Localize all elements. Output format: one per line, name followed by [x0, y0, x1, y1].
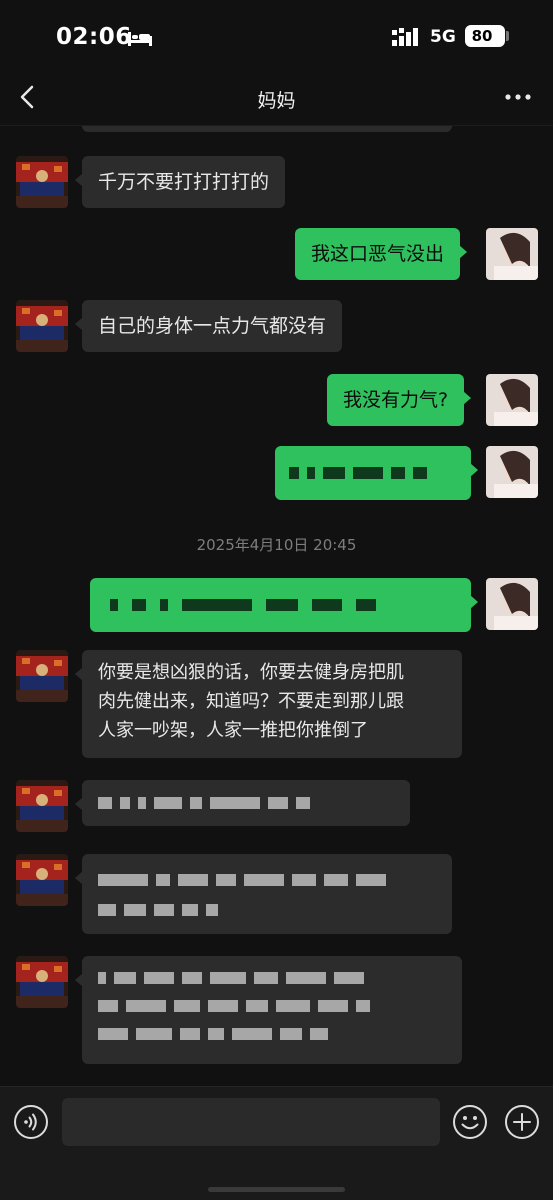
my-avatar[interactable]: [486, 578, 538, 630]
network-type: 5G: [430, 27, 456, 47]
more-dots-icon[interactable]: [504, 90, 532, 104]
message-text: 我没有力气?: [343, 389, 449, 411]
chat-title: 妈妈: [257, 90, 296, 112]
contact-avatar[interactable]: [16, 956, 68, 1008]
message-text: 我这口恶气没出: [311, 243, 445, 265]
message-text: 自己的身体一点力气都没有: [98, 315, 327, 337]
message-bubble-outgoing[interactable]: 我这口恶气没出: [295, 228, 468, 280]
contact-avatar[interactable]: [16, 780, 68, 832]
message-bubble-incoming-redacted[interactable]: [75, 780, 410, 826]
input-bar: [0, 1086, 553, 1200]
redacted-content: [98, 904, 218, 916]
message-text: 千万不要打打打打的: [98, 171, 270, 193]
timestamp: 2025年4月10日 20:45: [196, 536, 357, 554]
home-indicator: [208, 1187, 345, 1192]
chat-header: 妈妈: [0, 70, 553, 126]
contact-avatar[interactable]: [16, 854, 68, 906]
redacted-content: [289, 467, 427, 479]
battery-icon: 80: [465, 25, 505, 47]
message-line: 你要是想凶狠的话，你要去健身房把肌: [98, 662, 404, 683]
message-line: 肉先健出来，知道吗？不要走到那儿跟: [98, 691, 404, 712]
message-bubble-outgoing-redacted[interactable]: [90, 578, 478, 632]
voice-icon[interactable]: [13, 1104, 49, 1140]
contact-avatar[interactable]: [16, 300, 68, 352]
my-avatar[interactable]: [486, 446, 538, 498]
message-bubble-incoming[interactable]: 自己的身体一点力气都没有: [74, 300, 343, 352]
message-bubble-incoming-redacted[interactable]: [75, 956, 462, 1064]
plus-icon[interactable]: [504, 1104, 540, 1140]
redacted-content: [110, 599, 376, 611]
status-bar: 02:06 5G 80: [0, 0, 553, 70]
redacted-content: [98, 972, 364, 984]
message-line: 人家一吵架，人家一推把你推倒了: [98, 720, 368, 741]
sleep-focus-icon: [128, 32, 152, 46]
redacted-content: [98, 1000, 370, 1012]
message-input[interactable]: [62, 1098, 440, 1146]
emoji-icon[interactable]: [452, 1104, 488, 1140]
message-bubble-incoming-redacted[interactable]: [75, 854, 452, 934]
message-bubble-outgoing[interactable]: 我没有力气?: [327, 374, 472, 426]
previous-message-bubble: [82, 126, 452, 132]
battery-level: 80: [471, 27, 493, 45]
message-list[interactable]: 千万不要打打打打的 我这口恶气没出 自己的身体一点力气都没有 我没有力气? 20…: [0, 126, 553, 1086]
my-avatar[interactable]: [486, 374, 538, 426]
message-bubble-outgoing-redacted[interactable]: [275, 446, 478, 500]
message-bubble-incoming[interactable]: 你要是想凶狠的话，你要去健身房把肌 肉先健出来，知道吗？不要走到那儿跟 人家一吵…: [75, 650, 462, 758]
signal-icon: [392, 28, 418, 46]
contact-avatar[interactable]: [16, 650, 68, 702]
my-avatar[interactable]: [486, 228, 538, 280]
contact-avatar[interactable]: [16, 156, 68, 208]
redacted-content: [98, 1028, 328, 1040]
status-time: 02:06: [56, 24, 132, 50]
message-bubble-incoming[interactable]: 千万不要打打打打的: [74, 156, 286, 208]
redacted-content: [98, 797, 310, 809]
battery-cap: [506, 31, 509, 41]
redacted-content: [98, 874, 386, 886]
